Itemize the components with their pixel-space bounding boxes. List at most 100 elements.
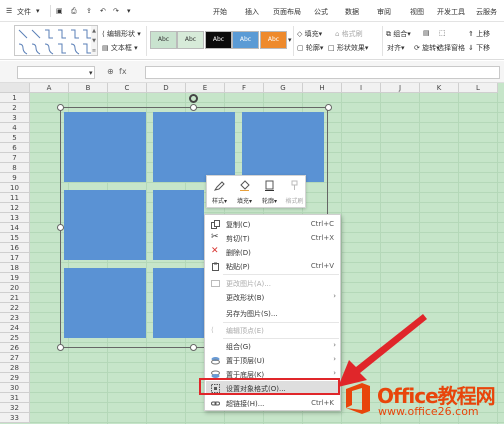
group-button[interactable]: ⧉ 组合▾ [386,29,411,39]
formula-input[interactable] [145,66,500,79]
shape-effect-button[interactable]: □ 形状效果▾ [328,43,368,53]
outline-button[interactable]: ▢ 轮廓▾ [297,43,323,53]
save-icon[interactable]: ▣ [56,7,63,15]
rotate-button[interactable]: ⟳ 旋转▾ [414,43,440,53]
column-header[interactable]: B [69,83,108,93]
row-header[interactable]: 16 [0,243,30,253]
print-icon[interactable]: ⎙ [71,7,77,16]
menu-item-change-image[interactable]: 更改图片(A)... [206,276,340,290]
tab-page-layout[interactable]: 页面布局 [273,7,301,17]
column-header[interactable]: L [459,83,498,93]
more-icon[interactable]: ▾ [127,7,131,15]
row-header[interactable]: 11 [0,193,30,203]
column-header[interactable]: I [342,83,381,93]
style-gallery-more[interactable]: ▾ [288,36,292,44]
row-header[interactable]: 20 [0,283,30,293]
row-header[interactable]: 26 [0,343,30,353]
mini-format-painter-button[interactable]: 格式刷 [282,176,307,209]
name-box-dropdown[interactable]: ▾ [89,69,93,77]
row-header[interactable]: 19 [0,273,30,283]
edit-shape-button[interactable]: ⟨ 编辑形状 ▾ [102,29,141,39]
column-header[interactable]: K [420,83,459,93]
row-header[interactable]: 1 [0,93,30,103]
menu-item-hyperlink[interactable]: 超链接(H)... Ctrl+K [206,396,340,410]
shape-style-orange[interactable]: Abc [260,31,287,49]
column-header[interactable]: D [147,83,186,93]
menu-item-cut[interactable]: ✂ 剪切(T) Ctrl+X [206,231,340,245]
tab-formulas[interactable]: 公式 [314,7,328,17]
row-header[interactable]: 6 [0,143,30,153]
fill-button[interactable]: ◇ 填充▾ [297,29,322,39]
row-header[interactable]: 9 [0,173,30,183]
row-header[interactable]: 23 [0,313,30,323]
undo-icon[interactable]: ↶ [100,7,106,15]
menu-item-group[interactable]: 组合(G) › [206,339,340,353]
row-header[interactable]: 7 [0,153,30,163]
resize-handle[interactable] [190,344,197,351]
mini-style-button[interactable]: 样式▾ [207,176,232,209]
menu-item-delete[interactable]: ✕ 删除(D) [206,245,340,259]
arrange-icon[interactable]: ▤ [423,29,430,37]
row-header[interactable]: 30 [0,383,30,393]
row-header[interactable]: 32 [0,403,30,413]
column-header[interactable]: C [108,83,147,93]
row-header[interactable]: 8 [0,163,30,173]
resize-handle[interactable] [325,104,332,111]
row-header[interactable]: 14 [0,223,30,233]
fx-icon[interactable]: fx [119,67,127,76]
menu-item-bring-to-front[interactable]: 置于顶层(U) › [206,353,340,367]
tab-review[interactable]: 审阅 [377,7,391,17]
shape-style-blue[interactable]: Abc [232,31,259,49]
row-header[interactable]: 2 [0,103,30,113]
rotate-handle-icon[interactable] [189,94,198,103]
format-painter-button[interactable]: ⌂ 格式刷 [335,29,363,39]
tab-developer[interactable]: 开发工具 [437,7,465,17]
tab-data[interactable]: 数据 [345,7,359,17]
mini-fill-button[interactable]: 填充▾ [232,176,257,209]
redo-icon[interactable]: ↷ [113,7,119,15]
menu-item-paste[interactable]: 粘贴(P) Ctrl+V [206,259,340,273]
row-header[interactable]: 13 [0,213,30,223]
row-header[interactable]: 24 [0,323,30,333]
row-header[interactable]: 29 [0,373,30,383]
move-up-button[interactable]: ⇑ 上移 [468,29,490,39]
resize-handle[interactable] [57,344,64,351]
tab-insert[interactable]: 插入 [245,7,259,17]
row-header[interactable]: 21 [0,293,30,303]
row-header[interactable]: 12 [0,203,30,213]
hamburger-icon[interactable]: ☰ [6,7,12,15]
move-down-button[interactable]: ⇓ 下移 [468,43,490,53]
shape-style-black[interactable]: Abc [205,31,232,49]
row-header[interactable]: 27 [0,353,30,363]
row-header[interactable]: 3 [0,113,30,123]
row-header[interactable]: 31 [0,393,30,403]
row-header[interactable]: 33 [0,413,30,423]
menu-item-save-as-image[interactable]: 另存为图片(S)... [206,306,340,320]
resize-handle[interactable] [190,104,197,111]
row-header[interactable]: 25 [0,333,30,343]
column-header[interactable]: H [303,83,342,93]
row-header[interactable]: 28 [0,363,30,373]
row-header[interactable]: 18 [0,263,30,273]
shape-style-green[interactable]: Abc [150,31,177,49]
row-header[interactable]: 15 [0,233,30,243]
row-header[interactable]: 4 [0,123,30,133]
tab-cloud[interactable]: 云服务 [476,7,497,17]
menu-item-change-shape[interactable]: 更改形状(B) › [206,290,340,304]
menu-item-copy[interactable]: 复制(C) Ctrl+C [206,217,340,231]
row-header[interactable]: 17 [0,253,30,263]
column-header[interactable]: J [381,83,420,93]
tab-view[interactable]: 视图 [410,7,424,17]
shape-style-light-green[interactable]: Abc [177,31,204,49]
row-header[interactable]: 22 [0,303,30,313]
gallery-scroll[interactable]: ▲ ▼ ≡ [91,25,98,56]
resize-handle[interactable] [57,224,64,231]
selection-pane-button[interactable]: 选择窗格 [437,43,465,53]
text-box-button[interactable]: ▤ 文本框 ▾ [102,43,138,53]
column-header[interactable]: G [264,83,303,93]
row-header[interactable]: 5 [0,133,30,143]
shapes-gallery[interactable] [14,25,92,56]
row-header[interactable]: 10 [0,183,30,193]
column-header[interactable]: E [186,83,225,93]
name-box[interactable] [17,66,95,79]
